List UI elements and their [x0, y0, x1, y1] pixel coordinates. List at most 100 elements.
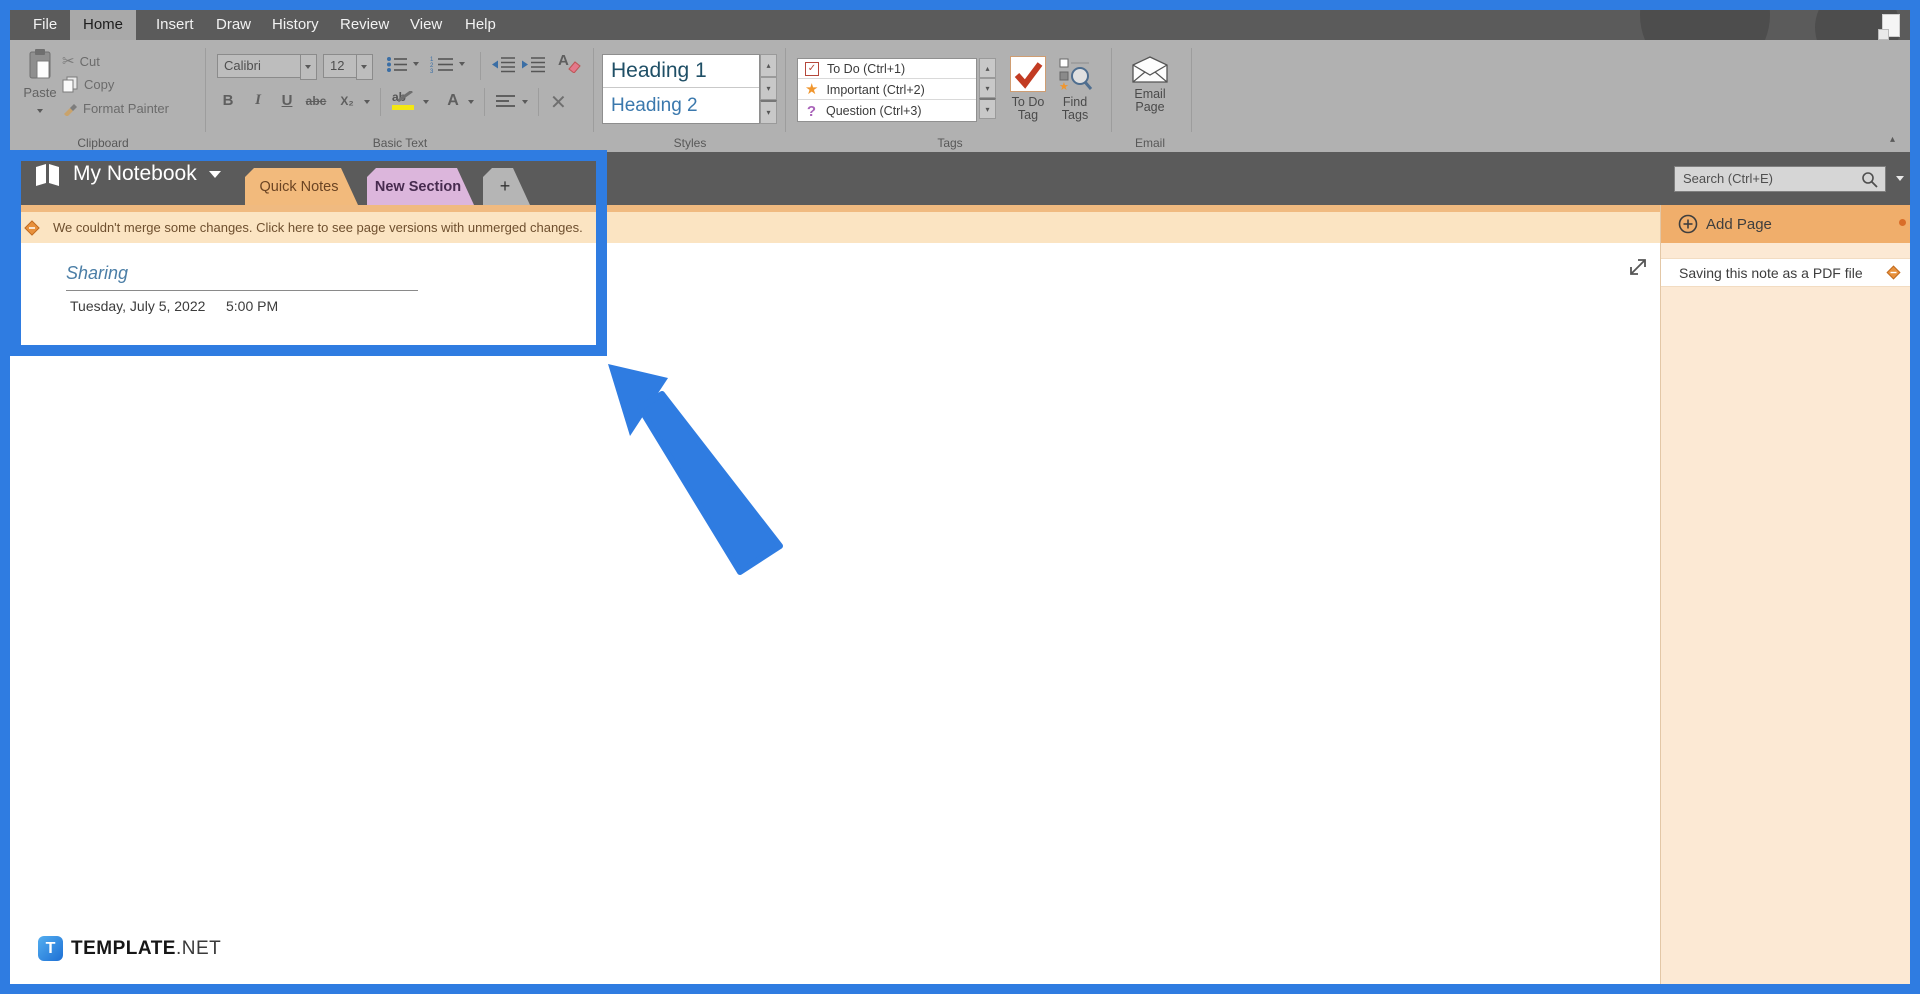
eraser-icon — [566, 59, 582, 73]
font-color-dropdown[interactable] — [468, 100, 474, 104]
font-size-dropdown[interactable] — [356, 54, 373, 80]
numbered-list-button[interactable]: 123 — [430, 56, 454, 78]
highlight-dropdown[interactable] — [423, 100, 429, 104]
font-name-dropdown[interactable] — [300, 54, 317, 80]
tab-new-section[interactable]: New Section — [367, 168, 479, 205]
tab-add-section[interactable]: + — [483, 168, 535, 205]
clear-formatting-button[interactable]: A — [558, 52, 582, 74]
menu-draw[interactable]: Draw — [203, 10, 264, 40]
delete-button[interactable]: ✕ — [550, 90, 567, 115]
numbered-list-icon: 123 — [430, 56, 454, 73]
email-page-button[interactable]: Email Page — [1122, 56, 1178, 114]
styles-scroll-up[interactable]: ▴ — [760, 54, 777, 77]
divider — [538, 88, 539, 116]
notebook-title: My Notebook — [73, 162, 197, 186]
highlight-button[interactable]: ab — [392, 90, 418, 114]
bold-button[interactable]: B — [217, 92, 239, 109]
email-page-label: Email Page — [1122, 88, 1178, 114]
cut-icon: ✂ — [62, 52, 75, 70]
tags-group-label: Tags — [900, 136, 1000, 150]
find-tags-button[interactable]: ★ Find Tags — [1052, 56, 1098, 122]
menu-file[interactable]: File — [20, 10, 70, 40]
tags-scroll-down[interactable]: ▾ — [979, 78, 996, 98]
styles-group-label: Styles — [640, 136, 740, 150]
menu-review[interactable]: Review — [327, 10, 402, 40]
add-page-button[interactable]: Add Page — [1661, 205, 1910, 243]
page-list-panel: Add Page Saving this note as a PDF file — [1660, 205, 1910, 984]
add-section-plus-icon: + — [500, 176, 511, 197]
cut-label: Cut — [80, 54, 100, 69]
search-scope-dropdown[interactable] — [1896, 176, 1904, 181]
page-date[interactable]: Tuesday, July 5, 2022 — [70, 298, 205, 314]
tags-gallery: ✓ To Do (Ctrl+1) ★ Important (Ctrl+2) ? … — [797, 58, 977, 122]
tab-quick-notes[interactable]: Quick Notes — [245, 168, 363, 205]
notebook-chevron-icon — [209, 171, 221, 178]
menu-home[interactable]: Home — [70, 10, 136, 40]
menu-insert[interactable]: Insert — [143, 10, 207, 40]
tags-scroll-up[interactable]: ▴ — [979, 58, 996, 78]
font-name-combo[interactable]: Calibri — [217, 54, 307, 78]
menu-view[interactable]: View — [397, 10, 455, 40]
styles-scroll-down[interactable]: ▾ — [760, 77, 777, 100]
divider — [380, 88, 381, 116]
question-mark-icon: ? — [805, 103, 818, 120]
divider — [484, 88, 485, 116]
paste-button[interactable]: Paste — [20, 48, 60, 118]
group-divider — [1111, 48, 1112, 132]
copy-label: Copy — [84, 77, 114, 92]
style-heading2[interactable]: Heading 2 — [603, 89, 759, 122]
tag-question[interactable]: ? Question (Ctrl+3) — [798, 101, 976, 121]
style-heading1[interactable]: Heading 1 — [603, 55, 759, 88]
alignment-dropdown[interactable] — [522, 100, 528, 104]
bullet-list-button[interactable] — [386, 56, 408, 78]
copy-button[interactable]: Copy — [62, 76, 114, 93]
page-canvas[interactable]: Sharing Tuesday, July 5, 2022 5:00 PM — [10, 243, 1660, 984]
heading1-label: Heading 1 — [611, 59, 707, 83]
page-title[interactable]: Sharing — [66, 263, 128, 284]
styles-more-button[interactable]: ▾ — [760, 100, 777, 124]
cut-button[interactable]: ✂ Cut — [62, 52, 100, 70]
notebook-icon — [34, 163, 61, 186]
numbered-list-dropdown[interactable] — [459, 62, 465, 66]
template-logo: T — [38, 936, 63, 961]
paragraph-alignment-button[interactable] — [496, 94, 516, 114]
todo-tag-button[interactable]: To Do Tag — [1005, 56, 1051, 122]
format-painter-button[interactable]: Format Painter — [62, 100, 169, 116]
notebook-dropdown[interactable]: My Notebook — [34, 162, 221, 186]
search-input[interactable]: Search (Ctrl+E) — [1674, 166, 1886, 192]
tags-more-button[interactable]: ▾ — [979, 98, 996, 119]
subscript-dropdown[interactable] — [364, 100, 370, 104]
onenote-window: File Home Insert Draw History Review Vie… — [0, 0, 1920, 994]
tags-scroll: ▴ ▾ ▾ — [979, 58, 996, 120]
underline-button[interactable]: U — [276, 92, 298, 109]
menu-history[interactable]: History — [259, 10, 332, 40]
menu-help[interactable]: Help — [452, 10, 509, 40]
increase-indent-icon — [522, 56, 546, 73]
search-placeholder: Search (Ctrl+E) — [1683, 171, 1773, 186]
group-divider — [785, 48, 786, 132]
format-painter-icon — [62, 100, 78, 116]
increase-indent-button[interactable] — [522, 56, 546, 78]
page-list-item[interactable]: Saving this note as a PDF file — [1661, 258, 1910, 287]
merge-warning-bar[interactable]: We couldn't merge some changes. Click he… — [10, 212, 1660, 243]
page-list-item-title: Saving this note as a PDF file — [1679, 265, 1885, 281]
decrease-indent-button[interactable] — [492, 56, 516, 78]
expand-icon[interactable] — [1626, 255, 1650, 279]
watermark: T TEMPLATE.NET — [38, 936, 221, 961]
page-time[interactable]: 5:00 PM — [226, 298, 278, 314]
tag-todo[interactable]: ✓ To Do (Ctrl+1) — [798, 59, 976, 79]
font-color-button[interactable]: A — [442, 92, 464, 110]
plus-circle-icon — [1678, 214, 1698, 234]
subscript-button[interactable]: X₂ — [334, 94, 360, 108]
italic-button[interactable]: I — [247, 92, 269, 109]
collapse-ribbon-icon[interactable]: ▴ — [1890, 134, 1895, 145]
basic-text-group-label: Basic Text — [350, 136, 450, 150]
tag-important[interactable]: ★ Important (Ctrl+2) — [798, 80, 976, 100]
page-sync-icon — [1885, 264, 1902, 281]
strikethrough-button[interactable]: abc — [302, 94, 330, 108]
styles-gallery: Heading 1 Heading 2 — [602, 54, 760, 124]
bullet-list-dropdown[interactable] — [413, 62, 419, 66]
document-icon[interactable] — [1882, 14, 1900, 37]
bullet-list-icon — [386, 56, 408, 73]
todo-tag-label: To Do Tag — [1005, 96, 1051, 122]
